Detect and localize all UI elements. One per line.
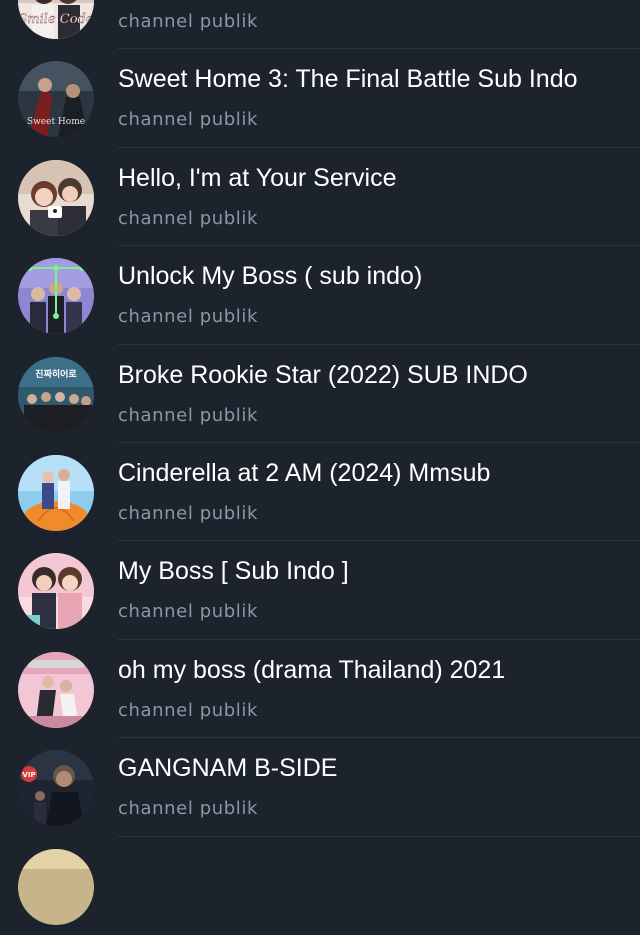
channel-title: My Boss [ Sub Indo ] — [118, 557, 349, 586]
channel-subtitle: channel publik — [118, 699, 259, 721]
channel-title: Hello, I'm at Your Service — [118, 163, 397, 192]
channel-row-broke-rookie-star[interactable]: 진짜히어로 Broke Rookie Star (2022) SUB INDO … — [0, 345, 640, 443]
channel-subtitle: channel publik — [118, 404, 259, 426]
channel-subtitle: channel publik — [118, 502, 259, 524]
channel-subtitle: channel publik — [118, 11, 259, 32]
vip-badge-text: VIP — [22, 771, 35, 779]
channel-title: Sweet Home 3: The Final Battle Sub Indo — [118, 65, 578, 94]
channel-subtitle: channel publik — [118, 306, 259, 328]
channel-row-smile-code[interactable]: Smile Code channel publik — [0, 0, 640, 50]
channel-subtitle: channel publik — [118, 109, 259, 131]
channel-title: oh my boss (drama Thailand) 2021 — [118, 655, 506, 684]
group-poster-icon: 진짜히어로 — [18, 356, 94, 433]
avatar-text: Sweet Home — [27, 117, 85, 127]
pink-couple-poster-icon — [18, 553, 94, 630]
channel-subtitle: channel publik — [118, 601, 259, 623]
channel-title: Cinderella at 2 AM (2024) Mmsub — [118, 458, 491, 487]
channel-row-gangnam-b-side[interactable]: VIP GANGNAM B-SIDE channel publik — [0, 738, 640, 837]
channel-title: GANGNAM B-SIDE — [118, 754, 338, 783]
channel-row-hello-service[interactable]: Hello, I'm at Your Service channel publi… — [0, 148, 640, 247]
couple-poster-icon — [18, 159, 94, 236]
avatar-text: Smile Code — [18, 12, 93, 27]
channel-row-oh-my-boss[interactable]: oh my boss (drama Thailand) 2021 channel… — [0, 640, 640, 739]
pumpkin-poster-icon — [18, 454, 94, 531]
channel-list: Smile Code channel publik Sweet Home Swe… — [0, 0, 640, 935]
sweet-home-poster-icon: Sweet Home — [18, 61, 94, 138]
channel-title: Unlock My Boss ( sub indo) — [118, 262, 423, 291]
channel-title: Broke Rookie Star (2022) SUB INDO — [118, 360, 528, 389]
unlock-pattern-poster-icon — [18, 258, 94, 335]
channel-row-partial[interactable] — [0, 837, 640, 935]
channel-row-cinderella[interactable]: Cinderella at 2 AM (2024) Mmsub channel … — [0, 443, 640, 542]
partial-poster-icon — [18, 848, 94, 925]
channel-subtitle: channel publik — [118, 207, 259, 229]
dark-poster-icon: VIP — [18, 750, 94, 827]
smile-code-poster-icon: Smile Code — [18, 0, 94, 39]
channel-subtitle: channel publik — [118, 798, 259, 820]
channel-row-unlock-my-boss[interactable]: Unlock My Boss ( sub indo) channel publi… — [0, 246, 640, 345]
channel-row-my-boss[interactable]: My Boss [ Sub Indo ] channel publik — [0, 541, 640, 640]
office-poster-icon — [18, 651, 94, 728]
avatar-text: 진짜히어로 — [35, 368, 77, 380]
channel-row-sweet-home[interactable]: Sweet Home Sweet Home 3: The Final Battl… — [0, 49, 640, 148]
